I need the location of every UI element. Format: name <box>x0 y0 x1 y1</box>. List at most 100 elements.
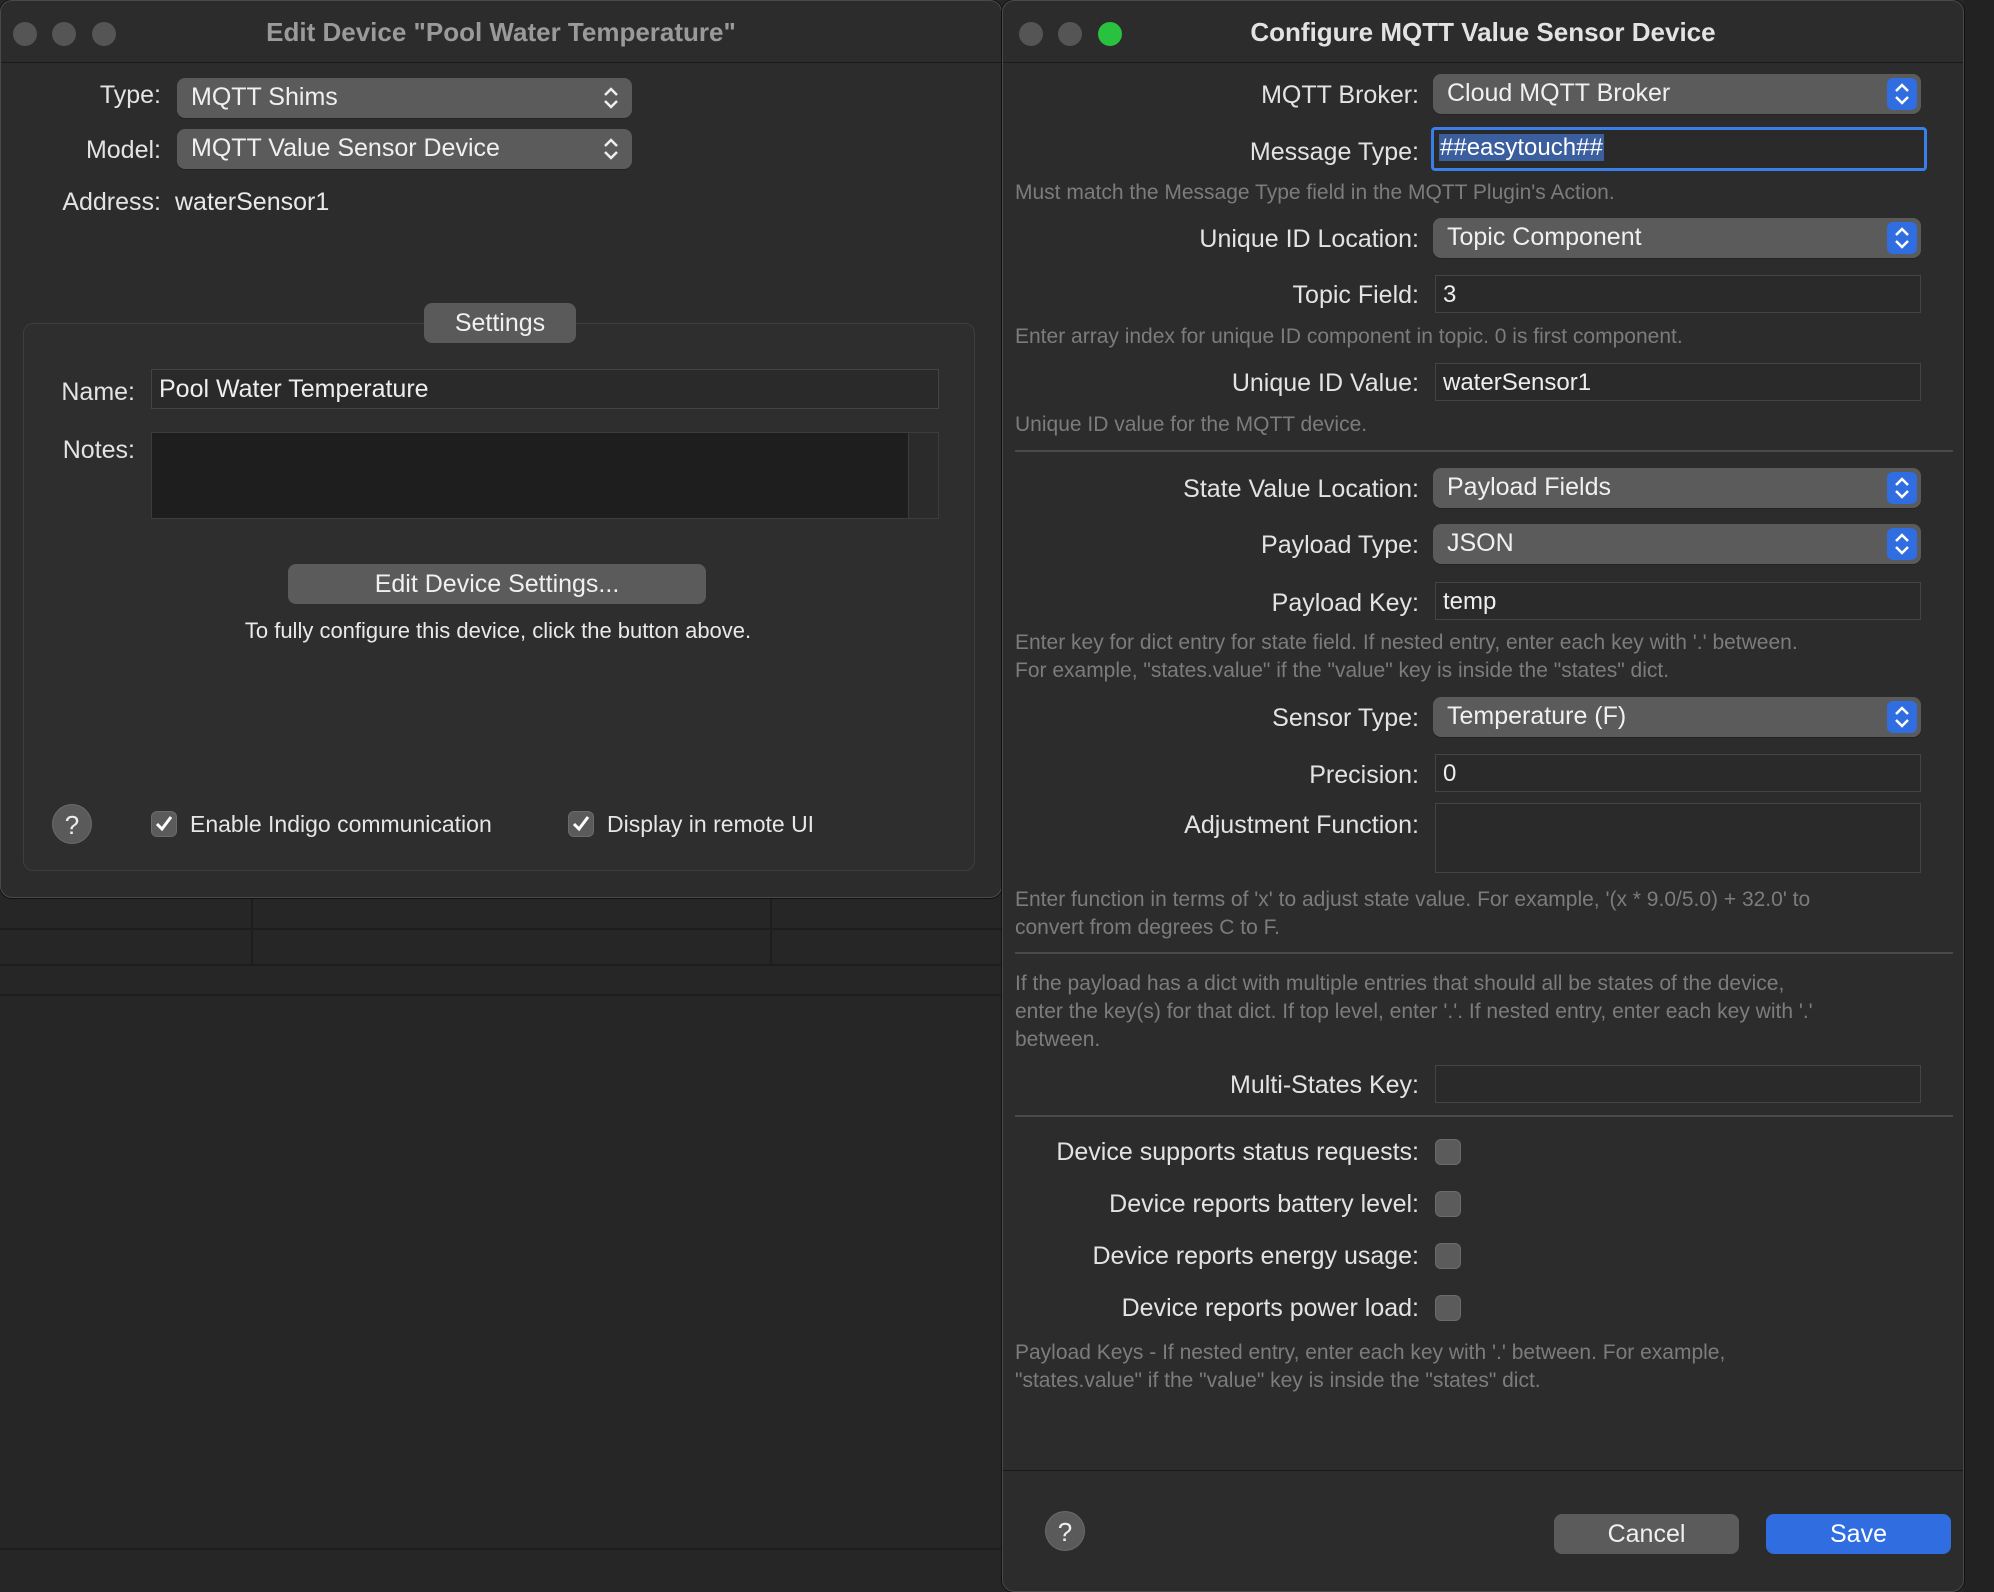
help-button[interactable]: ? <box>52 804 92 844</box>
display-remote-ui-label: Display in remote UI <box>607 811 815 837</box>
section-divider <box>1015 1115 1953 1117</box>
address-label: Address: <box>62 188 161 216</box>
message-type-field[interactable]: ##easytouch## <box>1431 127 1927 171</box>
bg-divider <box>0 964 1002 966</box>
uid-location-value: Topic Component <box>1447 223 1642 251</box>
message-type-value: ##easytouch## <box>1439 134 1604 161</box>
multi-states-hint-line-3: between. <box>1015 1028 1101 1051</box>
payload-type-value: JSON <box>1447 529 1514 557</box>
checkmark-icon <box>572 816 590 832</box>
sensor-type-popup[interactable]: Temperature (F) <box>1433 697 1921 737</box>
uid-value-hint: Unique ID value for the MQTT device. <box>1015 413 1368 436</box>
bg-scroll-edge <box>1964 0 1994 1592</box>
settings-tab[interactable]: Settings <box>424 303 576 343</box>
bg-divider <box>0 1548 1002 1550</box>
message-type-label: Message Type: <box>1249 138 1419 166</box>
chevron-updown-icon <box>604 138 618 160</box>
window-title: Configure MQTT Value Sensor Device <box>1250 17 1716 47</box>
chevron-updown-icon <box>604 87 618 109</box>
bg-divider <box>770 898 772 964</box>
payload-key-hint-line-2: For example, "states.value" if the "valu… <box>1015 659 1670 682</box>
edit-device-window: Edit Device "Pool Water Temperature" Typ… <box>0 0 1002 898</box>
status-requests-label: Device supports status requests: <box>1056 1138 1419 1166</box>
payload-keys-hint-line-2: "states.value" if the "value" key is ins… <box>1015 1369 1541 1392</box>
enable-communication-label: Enable Indigo communication <box>190 811 492 837</box>
state-location-popup[interactable]: Payload Fields <box>1433 468 1921 508</box>
type-label: Type: <box>99 81 161 109</box>
message-type-hint: Must match the Message Type field in the… <box>1015 181 1615 204</box>
broker-popup-value: Cloud MQTT Broker <box>1447 79 1671 107</box>
title-bar: Configure MQTT Value Sensor Device <box>1003 1 1963 63</box>
uid-location-label: Unique ID Location: <box>1199 225 1419 253</box>
chevron-updown-icon <box>1887 472 1917 504</box>
enable-communication-checkbox[interactable] <box>151 811 177 837</box>
payload-key-input[interactable]: temp <box>1435 582 1921 620</box>
model-label: Model: <box>85 136 161 164</box>
topic-field-hint: Enter array index for unique ID componen… <box>1015 325 1683 348</box>
name-label: Name: <box>61 378 135 406</box>
topic-field-label: Topic Field: <box>1292 281 1419 309</box>
multi-states-hint-line-2: enter the key(s) for that dict. If top l… <box>1015 1000 1813 1023</box>
multi-states-hint-line-1: If the payload has a dict with multiple … <box>1015 972 1785 995</box>
footer-divider <box>1003 1470 1963 1471</box>
checkmark-icon <box>155 816 173 832</box>
energy-usage-label: Device reports energy usage: <box>1092 1242 1419 1270</box>
payload-type-popup[interactable]: JSON <box>1433 524 1921 564</box>
battery-level-label: Device reports battery level: <box>1109 1190 1419 1218</box>
bg-divider <box>251 898 253 964</box>
energy-usage-checkbox[interactable] <box>1435 1243 1461 1269</box>
power-load-label: Device reports power load: <box>1121 1294 1419 1322</box>
chevron-updown-icon <box>1887 78 1917 110</box>
adjustment-hint-line-1: Enter function in terms of 'x' to adjust… <box>1015 888 1811 911</box>
name-field[interactable]: Pool Water Temperature <box>151 369 939 409</box>
precision-label: Precision: <box>1309 761 1419 789</box>
state-location-value: Payload Fields <box>1447 473 1611 501</box>
battery-level-checkbox[interactable] <box>1435 1191 1461 1217</box>
bg-divider <box>0 928 1002 930</box>
power-load-checkbox[interactable] <box>1435 1295 1461 1321</box>
uid-value-label: Unique ID Value: <box>1231 369 1419 397</box>
chevron-updown-icon <box>1887 701 1917 733</box>
type-popup[interactable]: MQTT Shims <box>177 78 632 118</box>
help-button[interactable]: ? <box>1045 1511 1085 1551</box>
notes-scrollbar[interactable] <box>908 433 938 518</box>
payload-keys-hint-line-1: Payload Keys - If nested entry, enter ea… <box>1015 1341 1726 1364</box>
notes-label: Notes: <box>62 436 135 464</box>
type-popup-value: MQTT Shims <box>191 83 338 111</box>
payload-type-label: Payload Type: <box>1261 531 1419 559</box>
payload-key-label: Payload Key: <box>1271 589 1419 617</box>
model-popup[interactable]: MQTT Value Sensor Device <box>177 129 632 169</box>
status-requests-checkbox[interactable] <box>1435 1139 1461 1165</box>
adjustment-hint-line-2: convert from degrees C to F. <box>1015 916 1280 939</box>
multi-states-key-input[interactable] <box>1435 1065 1921 1103</box>
broker-popup[interactable]: Cloud MQTT Broker <box>1433 74 1921 114</box>
adjustment-function-input[interactable] <box>1435 803 1921 873</box>
precision-input[interactable]: 0 <box>1435 754 1921 792</box>
payload-key-hint-line-1: Enter key for dict entry for state field… <box>1015 631 1798 654</box>
window-title: Edit Device "Pool Water Temperature" <box>266 17 736 47</box>
edit-settings-hint: To fully configure this device, click th… <box>244 618 752 643</box>
multi-states-key-label: Multi-States Key: <box>1230 1071 1419 1099</box>
sensor-type-value: Temperature (F) <box>1447 702 1627 730</box>
chevron-updown-icon <box>1887 528 1917 560</box>
state-location-label: State Value Location: <box>1183 475 1419 503</box>
save-button[interactable]: Save <box>1766 1514 1951 1554</box>
section-divider <box>1015 952 1953 954</box>
title-bar: Edit Device "Pool Water Temperature" <box>1 1 1001 63</box>
topic-field-input[interactable]: 3 <box>1435 275 1921 313</box>
cancel-button[interactable]: Cancel <box>1554 1514 1739 1554</box>
section-divider <box>1015 450 1953 452</box>
bg-divider <box>0 994 1002 996</box>
chevron-updown-icon <box>1887 222 1917 254</box>
notes-textarea[interactable] <box>151 432 939 519</box>
uid-location-popup[interactable]: Topic Component <box>1433 218 1921 258</box>
sensor-type-label: Sensor Type: <box>1272 704 1419 732</box>
model-popup-value: MQTT Value Sensor Device <box>191 134 500 162</box>
edit-device-settings-button[interactable]: Edit Device Settings... <box>288 564 706 604</box>
configure-device-window: Configure MQTT Value Sensor Device MQTT … <box>1002 0 1964 1592</box>
broker-label: MQTT Broker: <box>1261 81 1419 109</box>
uid-value-input[interactable]: waterSensor1 <box>1435 363 1921 401</box>
address-value: waterSensor1 <box>175 188 330 216</box>
adjustment-label: Adjustment Function: <box>1184 811 1419 839</box>
display-remote-ui-checkbox[interactable] <box>568 811 594 837</box>
